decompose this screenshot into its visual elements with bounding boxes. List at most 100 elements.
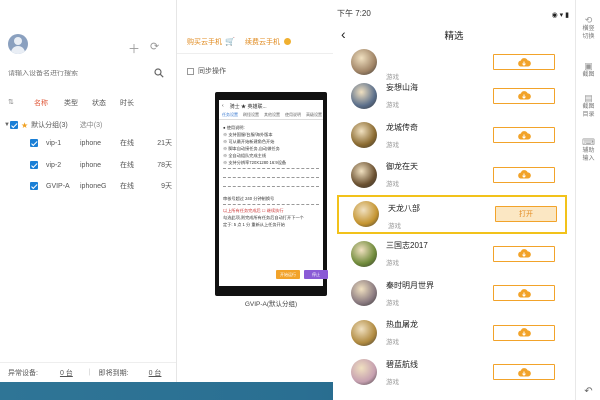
divider — [223, 168, 319, 169]
phone-thumbnail[interactable]: ‹ 骑士 ★ 英雄联... 任务设置 刷怪设置 其他设置 使用说明 高级设置 ● … — [215, 92, 328, 296]
col-type[interactable]: 类型 — [64, 98, 92, 110]
add-icon[interactable]: ＋ — [128, 40, 140, 57]
side-tool[interactable]: ▣ 截图 — [576, 62, 600, 79]
search-icon[interactable] — [154, 68, 164, 78]
game-name: 热血屠龙 — [386, 320, 418, 329]
game-icon[interactable] — [351, 161, 377, 188]
script-option[interactable]: 以上所有任务完成后 ☐ 继续执行 — [219, 207, 323, 214]
abnormal-label: 异常设备: — [8, 369, 38, 377]
renew-phone-tab[interactable]: 续费云手机 — [245, 37, 291, 47]
sort-icon[interactable]: ⇅ — [8, 98, 20, 110]
game-row[interactable]: 天龙八部 游戏 打开 — [337, 194, 567, 234]
device-row[interactable]: GVIP-A iphoneG 在线 9天 — [0, 180, 176, 192]
download-button[interactable] — [493, 364, 555, 381]
script-tab[interactable]: 高级设置 — [306, 112, 322, 119]
group-checkbox[interactable] — [10, 121, 18, 129]
game-category: 游戏 — [386, 299, 399, 307]
back-arrow-icon[interactable]: ‹ — [341, 26, 346, 42]
game-icon[interactable] — [351, 280, 377, 307]
download-button[interactable] — [493, 245, 555, 262]
device-status: 在线 — [120, 183, 134, 190]
buy-phone-tab[interactable]: 购买云手机 🛒 — [187, 37, 235, 47]
script-tab[interactable]: 任务设置 — [222, 112, 238, 119]
game-name: 龙城传奇 — [386, 122, 418, 132]
game-icon[interactable] — [351, 82, 377, 109]
script-option[interactable]: 审核号超过 240 分钟制换号 — [219, 195, 323, 202]
device-checkbox[interactable] — [30, 182, 38, 190]
script-option[interactable]: 定于: 5 点 1 分 重新从上任务开始 — [219, 221, 323, 228]
game-name: 三国志2017 — [386, 241, 428, 250]
script-tab[interactable]: 刷怪设置 — [243, 112, 259, 119]
page-header: ‹ 精选 — [333, 22, 575, 48]
device-panel-header: ＋ ⟳ — [0, 0, 176, 60]
device-checkbox[interactable] — [30, 139, 38, 147]
side-tool-label: 截图 — [582, 104, 595, 110]
script-buttons: 开始运行 停止 — [276, 270, 328, 279]
game-category: 游戏 — [386, 260, 399, 267]
download-button[interactable] — [493, 285, 555, 302]
download-button[interactable] — [493, 127, 555, 144]
script-tab[interactable]: 其他设置 — [264, 112, 280, 119]
device-checkbox[interactable] — [30, 161, 38, 169]
device-row[interactable]: vip-2 iphone 在线 78天 — [0, 159, 176, 171]
download-button[interactable] — [493, 166, 555, 183]
device-row[interactable]: vip-1 iphone 在线 21天 — [0, 137, 176, 149]
col-name[interactable]: 名称 — [34, 98, 64, 110]
side-tool-label: 输入 — [582, 156, 595, 162]
game-icon[interactable] — [351, 122, 377, 149]
game-row[interactable]: 御龙在天 游戏 — [333, 155, 575, 195]
download-button[interactable] — [493, 54, 555, 70]
col-time[interactable]: 时长 — [120, 98, 148, 110]
cloud-download-icon — [518, 249, 531, 258]
side-tool[interactable]: ⌨ 辅助 输入 — [576, 138, 600, 163]
game-row[interactable]: 热血屠龙 游戏 — [333, 313, 575, 353]
game-row[interactable]: 游戏 — [333, 48, 575, 81]
back-icon[interactable]: ↶ — [576, 386, 600, 397]
script-line: ※ 支持分辨率720X1280 16:9设备 — [223, 160, 287, 165]
side-tool[interactable]: ⟲ 横竖 切换 — [576, 16, 600, 41]
side-tool-label: 切换 — [582, 34, 595, 40]
device-search-input[interactable] — [8, 70, 148, 77]
game-icon[interactable] — [351, 359, 377, 386]
game-row[interactable]: 三国志2017 游戏 — [333, 234, 575, 274]
script-line: ※ 全自动组队完成主线 — [223, 153, 267, 158]
game-category: 游戏 — [386, 102, 399, 109]
sync-checkbox[interactable] — [187, 67, 194, 75]
device-days: 9天 — [161, 183, 172, 190]
game-category: 游戏 — [386, 339, 399, 346]
download-button[interactable] — [493, 87, 555, 104]
device-panel: ＋ ⟳ ⇅ 名称 类型 状态 时长 ▼ ★ 默认分组(3) 选中(3) vip-… — [0, 0, 176, 382]
cloud-phone-screen: 下午 7:20 ◉ ▾ ▮ ‹ 精选 游戏 妄想山海 游戏 龙城传奇 游戏 御龙在天 游戏天… — [333, 0, 575, 400]
game-icon[interactable] — [351, 319, 377, 346]
group-name: 默认分组(3) — [31, 122, 68, 129]
open-button[interactable]: 打开 — [495, 206, 557, 223]
abnormal-count[interactable]: 0 台 — [60, 368, 73, 378]
game-row[interactable]: 妄想山海 游戏 — [333, 76, 575, 116]
script-tab[interactable]: 使用说明 — [285, 112, 301, 119]
download-button[interactable] — [493, 324, 555, 341]
cloud-download-icon — [518, 170, 531, 179]
signal-icons: ◉ ▾ ▮ — [551, 12, 569, 19]
star-icon: ★ — [21, 120, 29, 130]
device-group[interactable]: ▼ ★ 默认分组(3) 选中(3) — [0, 119, 176, 131]
col-status[interactable]: 状态 — [92, 98, 120, 110]
cloud-download-icon — [518, 57, 531, 66]
stop-button[interactable]: 停止 — [304, 270, 328, 279]
expiring-label: 即将到期: — [98, 369, 129, 377]
game-row[interactable]: 碧蓝航线 游戏 — [333, 353, 575, 393]
avatar[interactable] — [8, 34, 28, 54]
back-icon: ‹ — [222, 103, 224, 109]
game-icon[interactable] — [351, 240, 377, 267]
game-icon[interactable] — [351, 49, 377, 75]
game-icon[interactable] — [353, 201, 379, 228]
preview-panel: 购买云手机 🛒 续费云手机 同步操作 ‹ 骑士 ★ 英雄联... 任务设置 刷怪设置… — [176, 0, 333, 382]
refresh-icon[interactable]: ⟳ — [150, 40, 159, 53]
side-tool[interactable]: ▤ 截图 目录 — [576, 94, 600, 119]
game-row[interactable]: 秦时明月世界 游戏 — [333, 274, 575, 314]
expiring-count[interactable]: 0 台 — [149, 368, 162, 378]
cloud-download-icon — [518, 288, 531, 298]
sync-operation[interactable]: 同步操作 — [187, 66, 226, 76]
start-button[interactable]: 开始运行 — [276, 270, 300, 279]
purchase-tabs: 购买云手机 🛒 续费云手机 — [177, 30, 333, 54]
game-row[interactable]: 龙城传奇 游戏 — [333, 116, 575, 156]
